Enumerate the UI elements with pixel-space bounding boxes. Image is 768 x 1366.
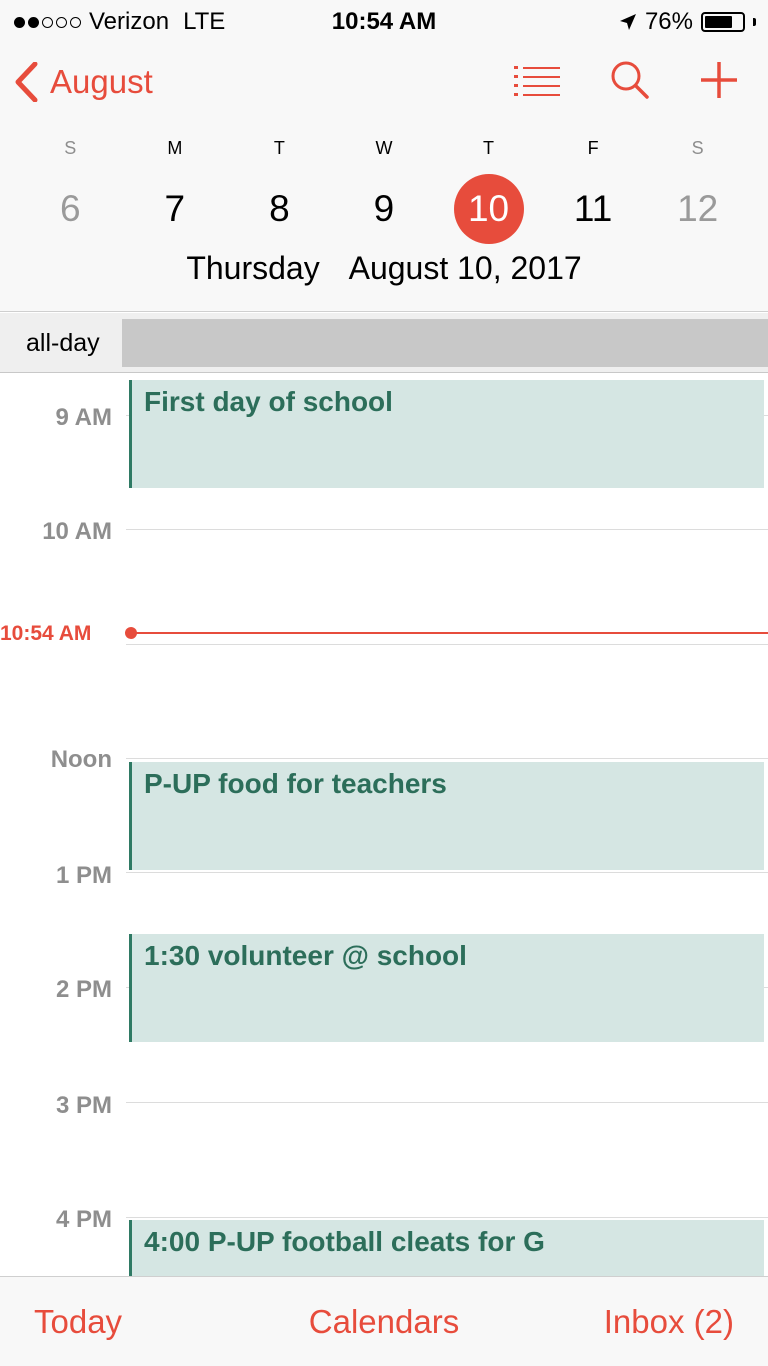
- weekday-letter: W: [375, 138, 393, 158]
- day-timeline[interactable]: 9 AM 10 AM Noon 1 PM 2 PM 3 PM 4 PM 10:5…: [0, 374, 768, 1276]
- selected-date-title: Thursday August 10, 2017: [0, 250, 768, 287]
- hour-line: [126, 1217, 768, 1218]
- status-right: 76%: [619, 8, 756, 36]
- weekday-letter: S: [64, 138, 77, 158]
- hour-label: Noon: [50, 746, 112, 773]
- chevron-left-icon: [15, 62, 38, 102]
- hour-line: [126, 529, 768, 530]
- current-time-line: [130, 632, 768, 634]
- battery-cap: [753, 18, 756, 26]
- week-day-strip: 6 7 8 9 10 11 12: [0, 174, 768, 244]
- all-day-row: all-day: [0, 313, 768, 373]
- bottom-toolbar: Today Calendars Inbox (2): [0, 1276, 768, 1366]
- day-7[interactable]: 7: [123, 174, 228, 244]
- weekday-letters: S M T W T F S: [0, 138, 768, 159]
- status-bar: Verizon LTE 10:54 AM 76%: [0, 0, 768, 42]
- hour-label: 4 PM: [55, 1206, 112, 1233]
- location-arrow-icon: [619, 14, 636, 30]
- list-icon[interactable]: [514, 63, 560, 97]
- hour-line: [126, 1102, 768, 1103]
- event-football-cleats[interactable]: 4:00 P-UP football cleats for G: [129, 1220, 764, 1276]
- hour-label: 2 PM: [55, 976, 112, 1003]
- weekday-letter: M: [167, 138, 183, 158]
- event-pup-food-for-teachers[interactable]: P-UP food for teachers: [129, 762, 764, 870]
- back-label: August: [50, 63, 153, 100]
- hour-label: 1 PM: [55, 862, 112, 889]
- hour-label: 3 PM: [55, 1092, 112, 1119]
- hour-label: 10 AM: [42, 518, 112, 545]
- inbox-button[interactable]: Inbox (2): [604, 1303, 734, 1341]
- selected-full-date: August 10, 2017: [348, 250, 582, 286]
- hour-line: [126, 872, 768, 873]
- weekday-letter: T: [483, 138, 495, 158]
- event-first-day-of-school[interactable]: First day of school: [129, 380, 764, 488]
- battery-percent: 76%: [644, 8, 693, 35]
- weekday-letter: S: [691, 138, 704, 158]
- weekday-letter: T: [273, 138, 285, 158]
- all-day-label: all-day: [26, 329, 100, 357]
- event-volunteer-at-school[interactable]: 1:30 volunteer @ school: [129, 934, 764, 1042]
- hour-line: [126, 758, 768, 759]
- hour-line: [126, 644, 768, 645]
- hour-label: 9 AM: [55, 404, 112, 431]
- calendar-header: August S M T W T F S 6 7 8 9 10 11 12 Th…: [0, 42, 768, 312]
- day-8[interactable]: 8: [227, 174, 332, 244]
- battery-fill: [705, 16, 733, 28]
- day-11[interactable]: 11: [541, 174, 646, 244]
- nav-actions: [514, 60, 738, 100]
- plus-icon[interactable]: [700, 61, 738, 99]
- day-9[interactable]: 9: [332, 174, 437, 244]
- day-12[interactable]: 12: [645, 174, 750, 244]
- day-6[interactable]: 6: [18, 174, 123, 244]
- search-icon[interactable]: [610, 60, 650, 100]
- day-10-selected[interactable]: 10: [436, 174, 541, 244]
- selected-day-circle: 10: [453, 174, 524, 244]
- weekday-letter: F: [587, 138, 599, 158]
- all-day-area[interactable]: [122, 319, 768, 367]
- selected-weekday: Thursday: [186, 250, 320, 286]
- back-button[interactable]: August: [14, 62, 153, 102]
- current-time-label: 10:54 AM: [0, 622, 92, 645]
- battery-icon: [701, 12, 745, 32]
